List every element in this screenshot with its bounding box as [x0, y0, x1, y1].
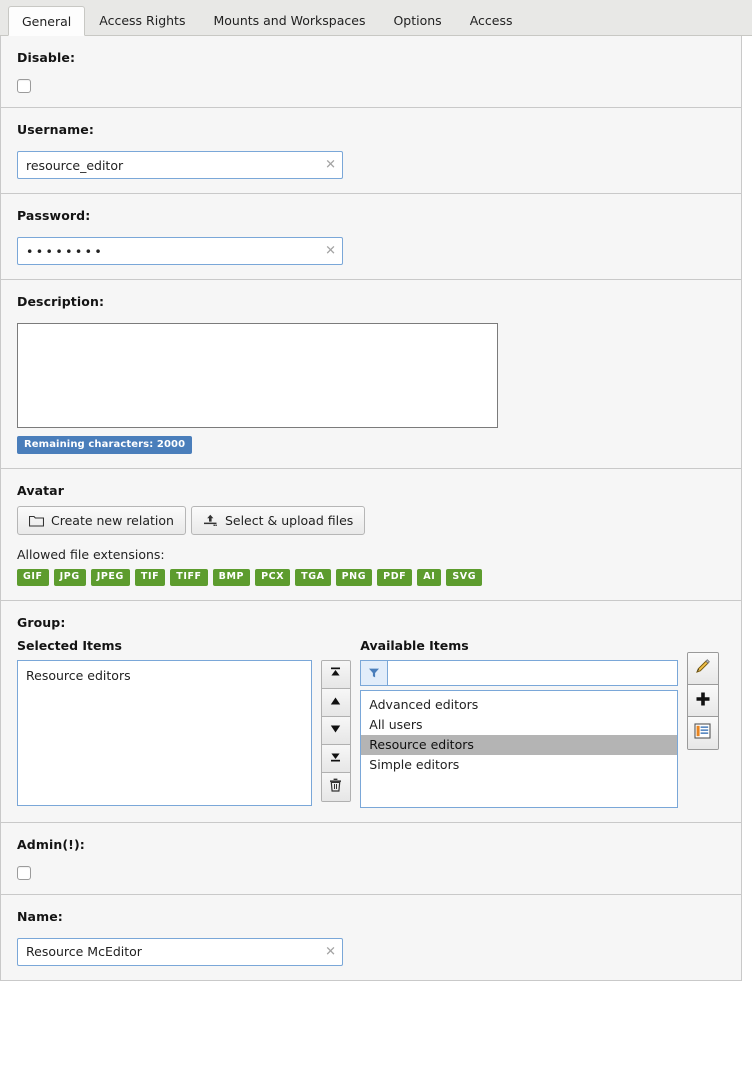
list-item-selected[interactable]: Resource editors — [361, 734, 677, 755]
section-disable: Disable: — [0, 36, 742, 108]
tab-bar: General Access Rights Mounts and Workspa… — [0, 0, 752, 36]
plus-icon — [695, 691, 711, 710]
arrow-down-icon — [329, 723, 342, 737]
admin-checkbox[interactable] — [17, 865, 31, 880]
form-sheet: Disable: Username: ✕ Password: ✕ Descrip… — [0, 36, 742, 981]
pencil-icon — [694, 658, 711, 678]
section-description: Description: Remaining characters: 2000 — [0, 280, 742, 469]
section-name: Name: ✕ — [0, 894, 742, 981]
list-form-icon — [694, 723, 712, 742]
password-label: Password: — [17, 208, 91, 223]
arrow-to-bottom-icon — [329, 750, 342, 766]
upload-icon — [203, 514, 218, 527]
extension-badge: TIFF — [170, 569, 208, 586]
extension-badge: JPG — [53, 569, 86, 586]
remove-button[interactable] — [321, 772, 350, 801]
move-down-button[interactable] — [321, 716, 350, 745]
folder-icon — [29, 515, 44, 527]
description-label: Description: — [17, 294, 105, 309]
section-password: Password: ✕ — [0, 194, 742, 280]
arrow-to-top-icon — [329, 666, 342, 682]
extension-badge: GIF — [17, 569, 49, 586]
selected-items-header: Selected Items — [17, 637, 122, 653]
disable-checkbox[interactable] — [17, 79, 31, 93]
list-item[interactable]: Resource editors — [18, 666, 311, 686]
list-button[interactable] — [687, 716, 718, 749]
extension-badge: TIF — [134, 569, 166, 586]
group-side-buttons — [686, 638, 725, 750]
arrow-up-icon — [329, 695, 342, 709]
select-upload-files-button[interactable]: Select & upload files — [190, 506, 366, 535]
allowed-extensions-list: GIF JPG JPEG TIF TIFF BMP PCX TGA PNG PD… — [17, 569, 725, 586]
list-item[interactable]: All users — [361, 715, 677, 735]
group-label: Group: — [17, 614, 66, 630]
avatar-button-row: Create new relation Select & upload file… — [17, 506, 725, 535]
section-username: Username: ✕ — [0, 108, 742, 194]
extension-badge: AI — [417, 569, 442, 586]
allowed-extensions-label: Allowed file extensions: — [17, 547, 165, 562]
list-item[interactable]: Advanced editors — [361, 695, 677, 715]
edit-button[interactable] — [687, 652, 718, 685]
trash-icon — [329, 778, 342, 795]
name-input[interactable] — [17, 937, 343, 966]
name-field-wrap: ✕ — [17, 937, 343, 966]
extension-badge: BMP — [212, 569, 251, 586]
create-new-relation-button[interactable]: Create new relation — [17, 506, 186, 535]
selected-items-list[interactable]: Resource editors — [17, 659, 312, 806]
extension-badge: SVG — [446, 569, 483, 586]
create-new-relation-label: Create new relation — [51, 513, 174, 528]
move-to-bottom-button[interactable] — [321, 744, 350, 773]
extension-badge: TGA — [295, 569, 331, 586]
extension-badge: PDF — [377, 569, 413, 586]
extension-badge: PCX — [255, 569, 291, 586]
group-dual-list: Selected Items Resource editors Availabl… — [17, 638, 725, 808]
section-admin: Admin(!): — [0, 822, 742, 895]
admin-label: Admin(!): — [17, 836, 85, 852]
available-filter-input[interactable] — [387, 659, 678, 686]
move-to-top-button[interactable] — [321, 660, 350, 689]
extension-badge: PNG — [335, 569, 373, 586]
extension-badge: JPEG — [90, 569, 130, 586]
select-upload-files-label: Select & upload files — [224, 513, 354, 528]
tab-general[interactable]: General — [8, 6, 86, 36]
available-items-column: Available Items Advanced editors All use… — [360, 638, 678, 808]
list-item[interactable]: Simple editors — [361, 755, 677, 775]
username-field-wrap: ✕ — [17, 151, 343, 179]
selected-items-column: Selected Items Resource editors — [17, 638, 312, 806]
description-textarea[interactable] — [17, 323, 498, 428]
available-filter-row — [360, 659, 678, 686]
move-buttons-column — [320, 638, 351, 802]
password-field-wrap: ✕ — [17, 237, 343, 265]
tab-access[interactable]: Access — [456, 5, 527, 35]
remaining-characters-badge: Remaining characters: 2000 — [17, 436, 193, 454]
username-input[interactable] — [17, 151, 343, 179]
section-group: Group: Selected Items Resource editors A… — [0, 600, 742, 823]
clear-x-icon[interactable]: ✕ — [325, 245, 336, 258]
tab-options[interactable]: Options — [379, 5, 455, 35]
available-items-list[interactable]: Advanced editors All users Resource edit… — [360, 689, 678, 808]
available-items-header: Available Items — [360, 637, 469, 653]
clear-x-icon[interactable]: ✕ — [325, 159, 336, 172]
funnel-icon[interactable] — [360, 659, 388, 686]
password-input[interactable] — [17, 237, 343, 265]
move-up-button[interactable] — [321, 688, 350, 717]
tab-access-rights[interactable]: Access Rights — [85, 5, 199, 35]
add-button[interactable] — [687, 684, 718, 717]
disable-label: Disable: — [17, 50, 76, 65]
name-label: Name: — [17, 908, 63, 924]
avatar-label: Avatar — [17, 483, 64, 498]
username-label: Username: — [17, 122, 94, 137]
section-avatar: Avatar Create new relation Select & uplo… — [0, 469, 742, 601]
tab-mounts-and-workspaces[interactable]: Mounts and Workspaces — [199, 5, 379, 35]
clear-x-icon[interactable]: ✕ — [325, 945, 336, 958]
